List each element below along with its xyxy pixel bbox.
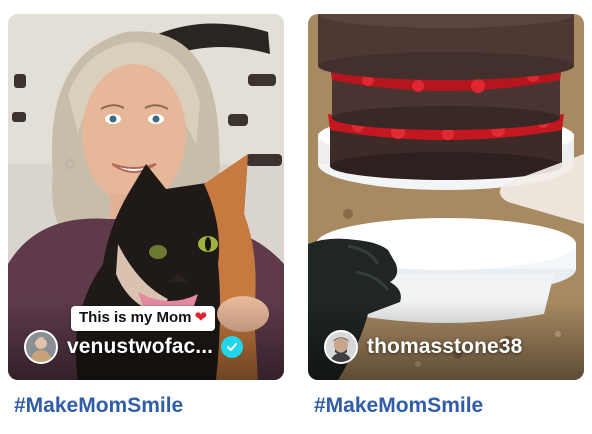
video-thumbnail[interactable]: thomasstone38 [308,14,584,380]
video-card-mom-cat[interactable]: This is my Mom ❤ venustwofac... #MakeMomS… [8,14,284,418]
caption-sticker: This is my Mom ❤ [71,306,216,331]
user-avatar-photo-icon [26,332,56,362]
creator-avatar[interactable] [324,330,358,364]
hashtag-link[interactable]: #MakeMomSmile [14,394,284,418]
verified-badge-icon [221,336,244,358]
creator-avatar[interactable] [24,330,58,364]
video-thumbnail[interactable]: This is my Mom ❤ venustwofac... [8,14,284,380]
creator-username[interactable]: venustwofac... [67,335,213,359]
caption-text: This is my Mom [79,309,192,326]
heart-icon: ❤ [194,309,208,326]
creator-username[interactable]: thomasstone38 [367,335,522,359]
video-card-cake[interactable]: thomasstone38 #MakeMomSmile [308,14,584,418]
creator-info[interactable]: venustwofac... [24,330,244,364]
hashtag-link[interactable]: #MakeMomSmile [314,394,584,418]
creator-info[interactable]: thomasstone38 [324,330,522,364]
user-avatar-photo-icon [326,332,356,362]
